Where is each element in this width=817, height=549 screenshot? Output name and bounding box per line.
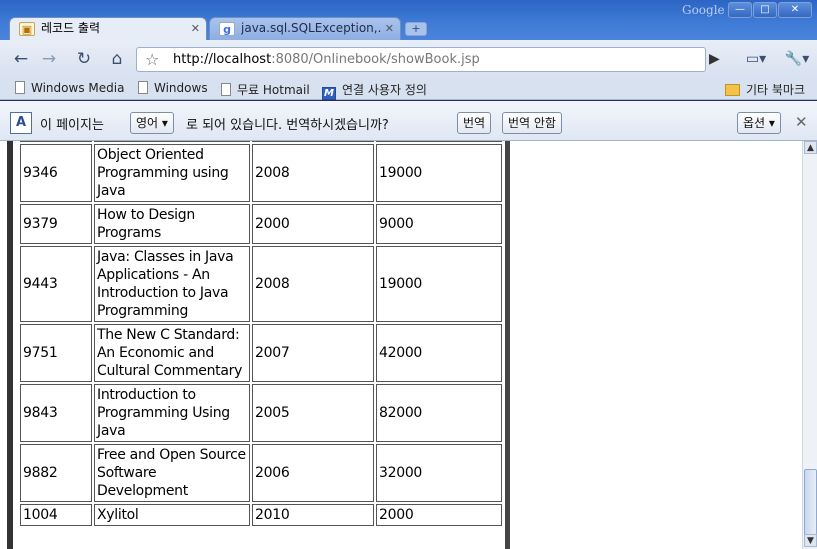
- star-icon[interactable]: ☆: [145, 50, 159, 69]
- scroll-up-icon[interactable]: ▲: [804, 141, 817, 154]
- forward-icon[interactable]: →: [38, 50, 60, 68]
- table-row: 1004 Xylitol 2010 2000: [20, 504, 502, 526]
- books-table: 9253Society2008910009346Object Oriented …: [18, 141, 504, 528]
- book-price-cell: 19000: [376, 144, 502, 202]
- home-icon[interactable]: ⌂: [106, 50, 128, 68]
- table-row: 9443 Java: Classes in Java Applications -…: [20, 246, 502, 322]
- new-tab-button[interactable]: +: [405, 22, 427, 36]
- book-title-cell: The New C Standard: An Economic and Cult…: [94, 324, 250, 382]
- book-id-cell: 9843: [20, 384, 92, 442]
- tab-label: 레코드 출력: [41, 21, 101, 35]
- folder-icon: [725, 84, 740, 96]
- book-list-page: 9253Society2008910009346Object Oriented …: [13, 141, 510, 549]
- vertical-scrollbar[interactable]: ▲ ▼: [802, 141, 817, 549]
- book-year-cell: 2008: [252, 144, 374, 202]
- book-id-cell: 9253: [20, 141, 92, 142]
- wrench-icon[interactable]: 🔧▾: [782, 50, 812, 68]
- bookmark-hotmail[interactable]: 무료 Hotmail: [221, 81, 310, 98]
- book-title-cell: Introduction to Programming Using Java: [94, 384, 250, 442]
- book-price-cell: 9000: [376, 204, 502, 244]
- book-title-cell: Free and Open Source Software Developmen…: [94, 444, 250, 502]
- close-icon[interactable]: ✕: [385, 18, 394, 39]
- book-id-cell: 9882: [20, 444, 92, 502]
- bookmark-windows[interactable]: Windows: [138, 81, 208, 95]
- bookmark-custom-links[interactable]: M 연결 사용자 정의: [322, 81, 427, 100]
- book-id-cell: 9346: [20, 144, 92, 202]
- book-title-cell: Xylitol: [94, 504, 250, 526]
- maximize-button[interactable]: □: [753, 2, 777, 18]
- page-viewport: 9253Society2008910009346Object Oriented …: [0, 141, 817, 549]
- table-row: 9751 The New C Standard: An Economic and …: [20, 324, 502, 382]
- bookmarks-bar: Windows Media Windows 무료 Hotmail M 연결 사용자…: [0, 77, 817, 100]
- no-translate-button[interactable]: 번역 안함: [502, 112, 562, 134]
- scroll-down-icon[interactable]: ▼: [804, 534, 817, 547]
- book-title-cell: How to Design Programs: [94, 204, 250, 244]
- page-icon: [138, 81, 148, 94]
- google-icon: g: [219, 22, 235, 36]
- table-row: 9253Society200891000: [20, 141, 502, 142]
- book-price-cell: 82000: [376, 384, 502, 442]
- reload-icon[interactable]: ↻: [73, 50, 95, 68]
- bookmark-windows-media[interactable]: Windows Media: [15, 81, 124, 95]
- table-row: 9379 How to Design Programs 2000 9000: [20, 204, 502, 244]
- close-icon[interactable]: ✕: [795, 113, 808, 131]
- msn-icon: M: [322, 87, 336, 100]
- book-year-cell: 2006: [252, 444, 374, 502]
- book-title-cell: Society: [94, 141, 250, 142]
- translate-infobar: A 이 페이지는 영어 ▾ 로 되어 있습니다. 번역하시겠습니까? 번역 번역…: [0, 101, 817, 141]
- page-menu-icon[interactable]: ▭▾: [742, 50, 770, 68]
- tab-records[interactable]: ▣ 레코드 출력 ✕: [9, 17, 207, 40]
- table-row: 9882 Free and Open Source Software Develo…: [20, 444, 502, 502]
- book-year-cell: 2008: [252, 246, 374, 322]
- table-row: 9843 Introduction to Programming Using Ja…: [20, 384, 502, 442]
- book-year-cell: 2000: [252, 204, 374, 244]
- translate-icon: A: [10, 112, 32, 134]
- book-id-cell: 9443: [20, 246, 92, 322]
- title-bar: Google — □ ✕ ▣ 레코드 출력 ✕ g java.sql.SQLEx…: [0, 0, 817, 40]
- translate-options-button[interactable]: 옵션 ▾: [737, 112, 781, 134]
- close-icon[interactable]: ✕: [191, 18, 200, 39]
- translate-prefix: 이 페이지는: [40, 118, 104, 133]
- book-price-cell: 91000: [376, 141, 502, 142]
- table-row: 9346 Object Oriented Programming using Ja…: [20, 144, 502, 202]
- book-title-cell: Java: Classes in Java Applications - An …: [94, 246, 250, 322]
- book-year-cell: 2005: [252, 384, 374, 442]
- book-year-cell: 2007: [252, 324, 374, 382]
- address-bar[interactable]: ☆ http://localhost:8080/Onlinebook/showB…: [136, 47, 706, 72]
- book-year-cell: 2008: [252, 141, 374, 142]
- book-price-cell: 19000: [376, 246, 502, 322]
- book-price-cell: 32000: [376, 444, 502, 502]
- page-icon: ▣: [19, 22, 35, 36]
- tab-sqlexception[interactable]: g java.sql.SQLException,... ✕: [209, 17, 401, 40]
- book-id-cell: 1004: [20, 504, 92, 526]
- back-icon[interactable]: ←: [10, 50, 32, 68]
- url-text[interactable]: http://localhost:8080/Onlinebook/showBoo…: [173, 52, 480, 67]
- page-icon: [221, 83, 231, 96]
- nav-toolbar: ← → ↻ ⌂ ☆ http://localhost:8080/Onlinebo…: [0, 40, 817, 77]
- book-year-cell: 2010: [252, 504, 374, 526]
- translate-button[interactable]: 번역: [457, 112, 492, 134]
- source-language-select[interactable]: 영어 ▾: [130, 112, 174, 134]
- book-id-cell: 9751: [20, 324, 92, 382]
- book-id-cell: 9379: [20, 204, 92, 244]
- book-price-cell: 42000: [376, 324, 502, 382]
- bookmark-other[interactable]: 기타 북마크: [725, 81, 805, 98]
- book-price-cell: 2000: [376, 504, 502, 526]
- minimize-button[interactable]: —: [728, 2, 752, 18]
- go-icon[interactable]: ▶: [709, 51, 720, 67]
- tab-label: java.sql.SQLException,...: [241, 21, 382, 35]
- close-window-button[interactable]: ✕: [778, 2, 812, 18]
- book-title-cell: Object Oriented Programming using Java: [94, 144, 250, 202]
- google-brand: Google: [682, 3, 725, 17]
- page-icon: [15, 81, 25, 94]
- scrollbar-thumb[interactable]: [804, 469, 817, 535]
- translate-question: 로 되어 있습니다. 번역하시겠습니까?: [186, 118, 389, 133]
